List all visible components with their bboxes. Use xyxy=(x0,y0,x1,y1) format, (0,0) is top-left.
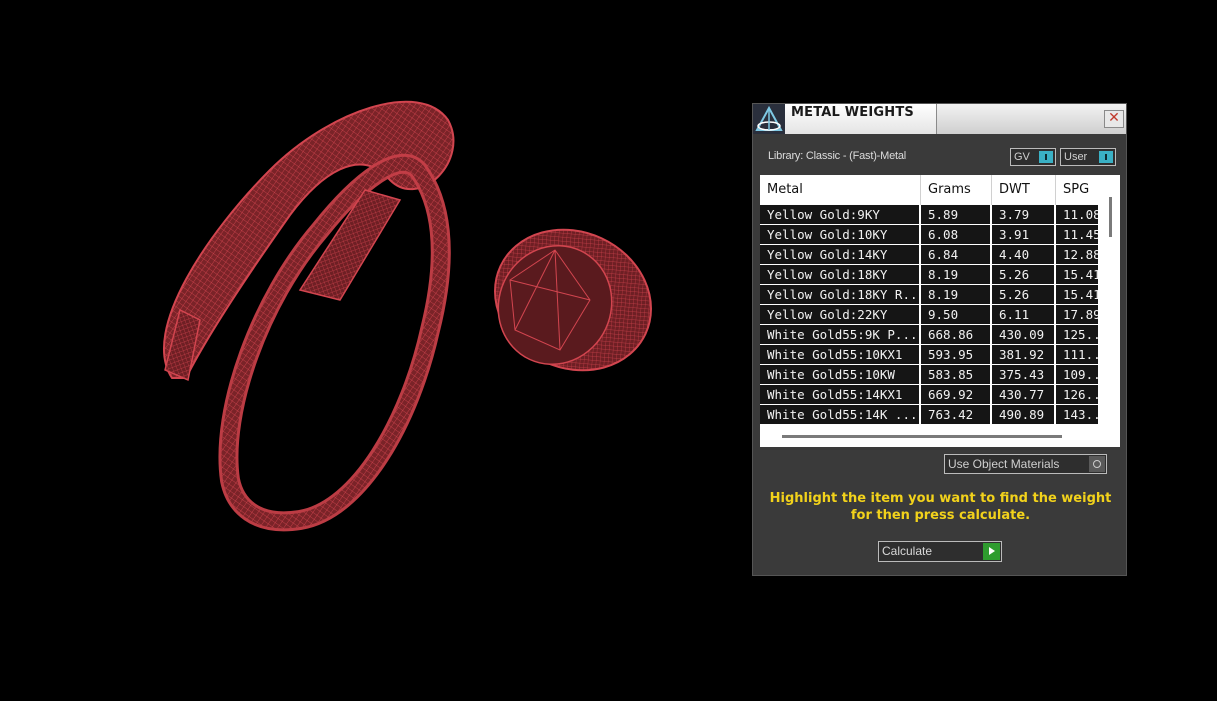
column-header-spg[interactable]: SPG xyxy=(1056,175,1100,205)
cell-spg: 17.89 xyxy=(1056,305,1100,325)
cell-spg: 15.41 xyxy=(1056,265,1100,285)
table-row[interactable]: White Gold55:14K ...763.42490.89143... xyxy=(760,405,1100,425)
dropdown-icon xyxy=(1089,456,1105,472)
cell-dwt: 6.11 xyxy=(992,305,1056,325)
metal-table: Metal Grams DWT SPG Yellow Gold:9KY 5.89 3… xyxy=(760,175,1120,447)
cell-dwt: 381.92 xyxy=(992,345,1056,365)
table-row[interactable]: Yellow Gold:22KY 9.50 6.11 17.89 xyxy=(760,305,1100,325)
app-logo-icon xyxy=(753,104,785,134)
object-materials-select[interactable]: Use Object Materials xyxy=(944,454,1107,474)
cell-metal: White Gold55:14KX1 xyxy=(760,385,921,405)
cell-dwt: 490.89 xyxy=(992,405,1056,425)
close-icon[interactable]: ✕ xyxy=(1104,110,1124,128)
cell-grams: 6.08 xyxy=(921,225,992,245)
table-body: Yellow Gold:9KY 5.89 3.79 11.08 Yellow Gold:… xyxy=(760,205,1100,425)
cell-dwt: 4.40 xyxy=(992,245,1056,265)
cell-metal: Yellow Gold:9KY xyxy=(760,205,921,225)
cell-dwt: 3.79 xyxy=(992,205,1056,225)
cell-dwt: 430.77 xyxy=(992,385,1056,405)
gv-toggle-label: GV xyxy=(1014,151,1030,163)
column-header-grams[interactable]: Grams xyxy=(921,175,992,205)
cell-grams: 593.95 xyxy=(921,345,992,365)
cell-dwt: 430.09 xyxy=(992,325,1056,345)
cell-grams: 6.84 xyxy=(921,245,992,265)
cell-dwt: 5.26 xyxy=(992,265,1056,285)
toggle-switch-icon xyxy=(1039,151,1053,163)
ring-wireframe xyxy=(162,100,455,532)
calculate-button[interactable]: Calculate xyxy=(878,541,1002,562)
play-icon xyxy=(983,543,1000,560)
cell-spg: 125... xyxy=(1056,325,1100,345)
gv-toggle[interactable]: GV xyxy=(1010,148,1056,166)
library-label: Library: Classic - (Fast)-Metal xyxy=(768,150,907,162)
panel-title: METAL WEIGHTS xyxy=(791,105,914,120)
cell-metal: White Gold55:10KW xyxy=(760,365,921,385)
cell-spg: 12.88 xyxy=(1056,245,1100,265)
cell-spg: 11.08 xyxy=(1056,205,1100,225)
cell-grams: 583.85 xyxy=(921,365,992,385)
table-row[interactable]: White Gold55:10KW583.85375.43109... xyxy=(760,365,1100,385)
cell-spg: 109... xyxy=(1056,365,1100,385)
cell-metal: Yellow Gold:18KY xyxy=(760,265,921,285)
cell-spg: 126... xyxy=(1056,385,1100,405)
user-toggle-label: User xyxy=(1064,151,1088,163)
select-label: Use Object Materials xyxy=(948,457,1060,471)
instruction-line-2: for then press calculate. xyxy=(850,508,1031,523)
cell-metal: White Gold55:14K ... xyxy=(760,405,921,425)
user-toggle[interactable]: User xyxy=(1060,148,1116,166)
cell-spg: 11.45 xyxy=(1056,225,1100,245)
cell-grams: 9.50 xyxy=(921,305,992,325)
instruction-text: Highlight the item you want to find the … xyxy=(763,490,1118,524)
cell-grams: 669.92 xyxy=(921,385,992,405)
cell-metal: Yellow Gold:14KY xyxy=(760,245,921,265)
table-row[interactable]: Yellow Gold:14KY 6.84 4.40 12.88 xyxy=(760,245,1100,265)
table-header: Metal Grams DWT SPG xyxy=(760,175,1100,205)
cell-grams: 668.86 xyxy=(921,325,992,345)
cell-grams: 5.89 xyxy=(921,205,992,225)
cell-grams: 763.42 xyxy=(921,405,992,425)
instruction-line-1: Highlight the item you want to find the … xyxy=(769,491,1112,506)
vertical-scrollbar[interactable] xyxy=(1109,197,1112,237)
table-row[interactable]: Yellow Gold:18KY R... 8.19 5.26 15.41 xyxy=(760,285,1100,305)
cell-spg: 111... xyxy=(1056,345,1100,365)
cell-grams: 8.19 xyxy=(921,285,992,305)
cell-grams: 8.19 xyxy=(921,265,992,285)
cell-dwt: 5.26 xyxy=(992,285,1056,305)
cell-metal: White Gold55:10KX1 xyxy=(760,345,921,365)
horizontal-scrollbar[interactable] xyxy=(782,435,1062,438)
column-header-dwt[interactable]: DWT xyxy=(992,175,1056,205)
table-row[interactable]: White Gold55:9K P...668.86430.09125... xyxy=(760,325,1100,345)
table-row[interactable]: Yellow Gold:9KY 5.89 3.79 11.08 xyxy=(760,205,1100,225)
cell-spg: 15.41 xyxy=(1056,285,1100,305)
metal-weights-panel: METAL WEIGHTS ✕ Library: Classic - (Fast… xyxy=(752,103,1127,576)
cell-dwt: 375.43 xyxy=(992,365,1056,385)
table-row[interactable]: Yellow Gold:18KY 8.19 5.26 15.41 xyxy=(760,265,1100,285)
cell-dwt: 3.91 xyxy=(992,225,1056,245)
column-header-metal[interactable]: Metal xyxy=(760,175,921,205)
table-row[interactable]: White Gold55:14KX1669.92430.77126... xyxy=(760,385,1100,405)
cell-metal: White Gold55:9K P... xyxy=(760,325,921,345)
table-row[interactable]: White Gold55:10KX1593.95381.92111... xyxy=(760,345,1100,365)
cell-metal: Yellow Gold:18KY R... xyxy=(760,285,921,305)
disc-wireframe xyxy=(494,228,652,372)
cell-spg: 143... xyxy=(1056,405,1100,425)
cell-metal: Yellow Gold:10KY xyxy=(760,225,921,245)
cell-metal: Yellow Gold:22KY xyxy=(760,305,921,325)
panel-titlebar[interactable]: METAL WEIGHTS ✕ xyxy=(753,104,1126,134)
toggle-switch-icon xyxy=(1099,151,1113,163)
table-row[interactable]: Yellow Gold:10KY 6.08 3.91 11.45 xyxy=(760,225,1100,245)
calculate-label: Calculate xyxy=(882,544,933,558)
